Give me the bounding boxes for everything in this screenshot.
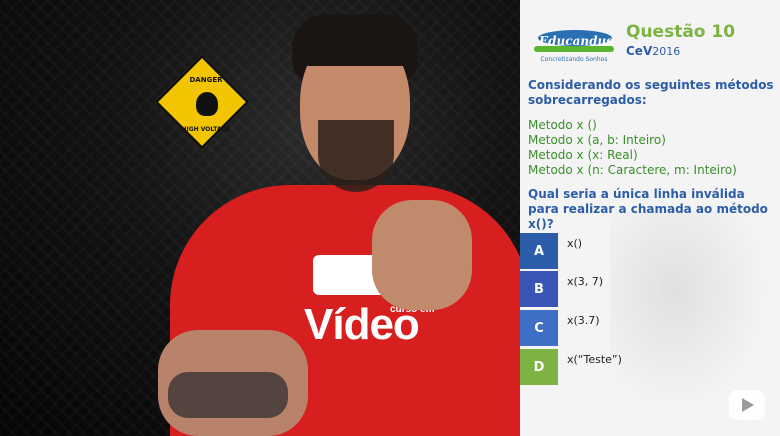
arm-tattoo [168, 372, 288, 418]
video-area[interactable]: DANGER HIGH VOLTAGE curso em Vídeo [0, 0, 520, 436]
exam-year: 2016 [652, 45, 681, 58]
exam-label: CeV2016 [626, 44, 680, 58]
pikachu-icon [196, 92, 218, 116]
play-triangle-icon [742, 398, 754, 412]
logo-name: Educandus [539, 34, 613, 48]
presenter-hair-front [292, 14, 418, 66]
option-a[interactable]: A x() [520, 233, 780, 271]
option-d-letter[interactable]: D [520, 349, 558, 385]
danger-sign-title: DANGER [189, 76, 223, 84]
option-b-letter[interactable]: B [520, 271, 558, 307]
question-intro: Considerando os seguintes métodos sobrec… [528, 78, 774, 107]
method-list: Metodo x () Metodo x (a, b: Inteiro) Met… [528, 118, 778, 178]
option-b[interactable]: B x(3, 7) [520, 271, 780, 309]
option-b-text: x(3, 7) [567, 275, 604, 288]
question-title: Questão 10 [626, 22, 736, 42]
educandus-logo: Educandus Concretizando Sonhos [530, 18, 618, 64]
logo-tagline: Concretizando Sonhos [540, 56, 608, 63]
option-d[interactable]: D x(“Teste”) [520, 349, 780, 387]
danger-sign-subtitle: HIGH VOLTAGE [181, 126, 231, 133]
option-d-text: x(“Teste”) [567, 353, 622, 366]
option-c-text: x(3.7) [567, 314, 600, 327]
option-c-letter[interactable]: C [520, 310, 558, 346]
option-a-letter[interactable]: A [520, 233, 558, 269]
method-line: Metodo x () [528, 118, 597, 132]
option-a-text: x() [567, 237, 583, 250]
video-frame[interactable]: DANGER HIGH VOLTAGE curso em Vídeo Educa… [0, 0, 780, 436]
presenter-hand [372, 200, 472, 310]
question-prompt: Qual seria a única linha inválida para r… [528, 187, 768, 231]
method-line: Metodo x (n: Caractere, m: Inteiro) [528, 163, 737, 177]
option-c[interactable]: C x(3.7) [520, 310, 780, 348]
method-line: Metodo x (a, b: Inteiro) [528, 133, 666, 147]
exam-name: CeV [626, 44, 653, 58]
question-panel: Educandus Concretizando Sonhos Questão 1… [520, 0, 780, 436]
method-line: Metodo x (x: Real) [528, 148, 638, 162]
